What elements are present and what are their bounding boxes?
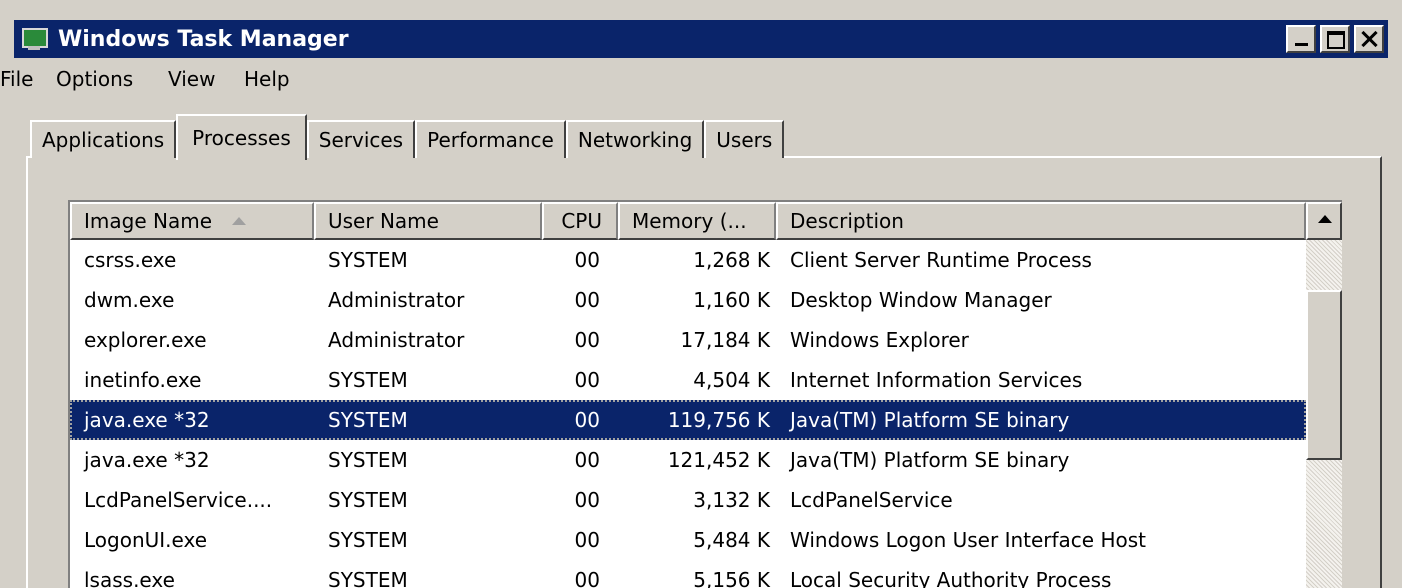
table-row[interactable]: inetinfo.exe SYSTEM 00 4,504 K Internet … <box>70 360 1306 400</box>
cell-image-name: lsass.exe <box>84 568 175 588</box>
cell-image-name: java.exe *32 <box>84 408 210 432</box>
cell-user-name: SYSTEM <box>328 408 408 432</box>
cell-cpu: 00 <box>574 448 600 472</box>
cell-image-name: java.exe *32 <box>84 448 210 472</box>
sort-ascending-icon <box>232 217 246 225</box>
tab-processes[interactable]: Processes <box>176 114 307 160</box>
menu-help[interactable]: Help <box>244 67 290 91</box>
title-bar[interactable]: Windows Task Manager <box>14 20 1388 58</box>
cell-description: Windows Logon User Interface Host <box>790 528 1147 552</box>
cell-user-name: Administrator <box>328 288 465 312</box>
tab-performance[interactable]: Performance <box>415 120 566 158</box>
cell-cpu: 00 <box>574 528 600 552</box>
tab-services[interactable]: Services <box>306 120 416 158</box>
cell-user-name: Administrator <box>328 328 465 352</box>
cell-memory: 5,156 K <box>693 568 770 588</box>
cell-memory: 119,756 K <box>667 408 770 432</box>
cell-description: Windows Explorer <box>790 328 969 352</box>
cell-description: LcdPanelService <box>790 488 953 512</box>
cell-cpu: 00 <box>574 248 600 272</box>
process-list[interactable]: Image Name User Name CPU Memory (... Des… <box>68 200 1342 588</box>
cell-image-name: explorer.exe <box>84 328 207 352</box>
cell-cpu: 00 <box>574 408 600 432</box>
minimize-button[interactable] <box>1286 25 1316 53</box>
cell-image-name: inetinfo.exe <box>84 368 202 392</box>
menu-bar: File Options View Help <box>0 62 290 96</box>
table-row[interactable]: csrss.exe SYSTEM 00 1,268 K Client Serve… <box>70 240 1306 280</box>
column-header-description[interactable]: Description <box>776 202 1306 240</box>
column-header-image-name[interactable]: Image Name <box>70 202 314 240</box>
cell-description: Client Server Runtime Process <box>790 248 1092 272</box>
table-row[interactable]: explorer.exe Administrator 00 17,184 K W… <box>70 320 1306 360</box>
cell-user-name: SYSTEM <box>328 488 408 512</box>
vertical-scrollbar[interactable] <box>1306 202 1342 588</box>
cell-description: Desktop Window Manager <box>790 288 1052 312</box>
cell-image-name: csrss.exe <box>84 248 177 272</box>
cell-user-name: SYSTEM <box>328 368 408 392</box>
column-header-cpu[interactable]: CPU <box>542 202 618 240</box>
cell-memory: 1,160 K <box>693 288 770 312</box>
cell-image-name: LogonUI.exe <box>84 528 208 552</box>
table-row[interactable]: java.exe *32 SYSTEM 00 121,452 K Java(TM… <box>70 440 1306 480</box>
maximize-button[interactable] <box>1320 25 1350 53</box>
cell-user-name: SYSTEM <box>328 568 408 588</box>
process-list-header: Image Name User Name CPU Memory (... Des… <box>70 202 1306 240</box>
cell-cpu: 00 <box>574 288 600 312</box>
cell-description: Java(TM) Platform SE binary <box>790 448 1070 472</box>
table-row[interactable]: dwm.exe Administrator 00 1,160 K Desktop… <box>70 280 1306 320</box>
table-row[interactable]: LogonUI.exe SYSTEM 00 5,484 K Windows Lo… <box>70 520 1306 560</box>
cell-description: Java(TM) Platform SE binary <box>790 408 1070 432</box>
cell-image-name: dwm.exe <box>84 288 175 312</box>
close-button[interactable] <box>1354 25 1384 53</box>
cell-cpu: 00 <box>574 328 600 352</box>
cell-memory: 1,268 K <box>693 248 770 272</box>
cell-cpu: 00 <box>574 568 600 588</box>
table-row[interactable]: LcdPanelService.... SYSTEM 00 3,132 K Lc… <box>70 480 1306 520</box>
cell-user-name: SYSTEM <box>328 528 408 552</box>
column-header-user-name[interactable]: User Name <box>314 202 542 240</box>
menu-view[interactable]: View <box>168 67 244 91</box>
cell-user-name: SYSTEM <box>328 248 408 272</box>
tab-networking[interactable]: Networking <box>565 120 705 158</box>
tab-users[interactable]: Users <box>704 120 785 158</box>
process-rows: csrss.exe SYSTEM 00 1,268 K Client Serve… <box>70 240 1306 588</box>
tab-applications[interactable]: Applications <box>30 120 177 158</box>
cell-description: Internet Information Services <box>790 368 1083 392</box>
cell-memory: 17,184 K <box>680 328 770 352</box>
tab-strip: Applications Processes Services Performa… <box>30 114 785 160</box>
cell-memory: 4,504 K <box>693 368 770 392</box>
cell-memory: 3,132 K <box>693 488 770 512</box>
table-row-selected[interactable]: java.exe *32 SYSTEM 00 119,756 K Java(TM… <box>70 400 1306 440</box>
cell-memory: 5,484 K <box>693 528 770 552</box>
cell-memory: 121,452 K <box>667 448 770 472</box>
scroll-thumb[interactable] <box>1306 290 1342 460</box>
scroll-up-button[interactable] <box>1306 202 1342 240</box>
menu-options[interactable]: Options <box>56 67 168 91</box>
task-manager-window: Windows Task Manager File Options View H… <box>0 0 1402 588</box>
cell-cpu: 00 <box>574 368 600 392</box>
cell-image-name: LcdPanelService.... <box>84 488 273 512</box>
task-manager-icon <box>18 26 48 52</box>
window-title: Windows Task Manager <box>58 26 349 52</box>
cell-description: Local Security Authority Process <box>790 568 1112 588</box>
table-row[interactable]: lsass.exe SYSTEM 00 5,156 K Local Securi… <box>70 560 1306 588</box>
column-header-memory[interactable]: Memory (... <box>618 202 776 240</box>
cell-cpu: 00 <box>574 488 600 512</box>
cell-user-name: SYSTEM <box>328 448 408 472</box>
menu-file[interactable]: File <box>0 67 56 91</box>
